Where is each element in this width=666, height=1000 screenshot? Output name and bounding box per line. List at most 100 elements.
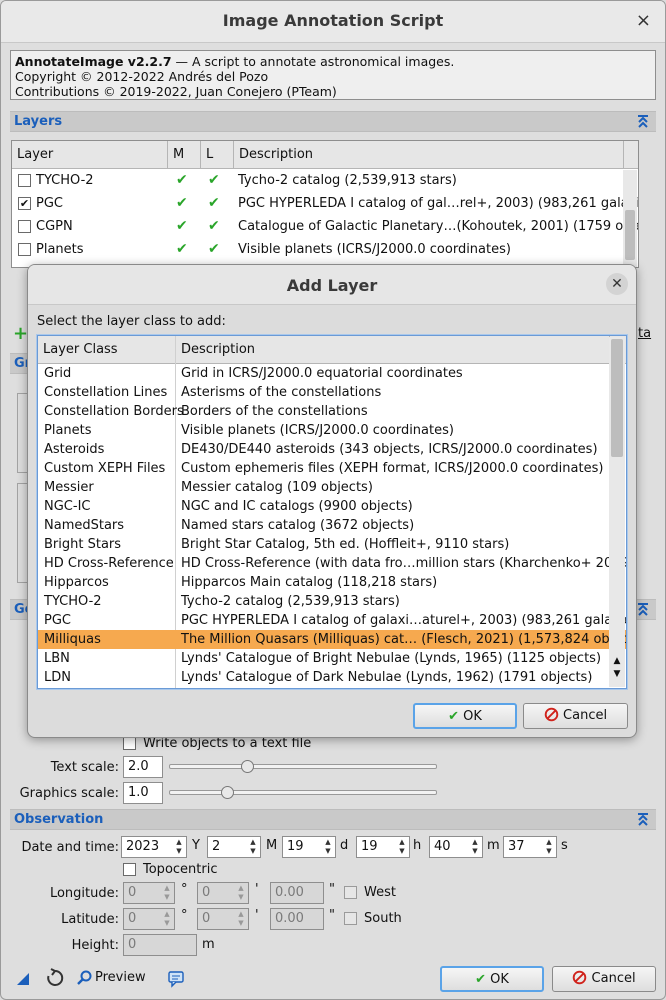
spin-arrows-icon[interactable]: ▲ ▼ [235, 910, 247, 928]
list-item[interactable]: Messier Messier catalog (109 objects) [38, 478, 626, 497]
table-row[interactable]: TYCHO-2 ✔ ✔ Tycho-2 catalog (2,539,913 star… [12, 169, 638, 192]
lat-min-input[interactable]: 0 ▲ ▼ [197, 908, 249, 930]
text-scale-slider-knob[interactable] [241, 760, 254, 773]
south-checkbox[interactable] [344, 912, 357, 925]
topocentric-checkbox[interactable] [123, 863, 136, 876]
layer-checkbox[interactable]: ✔ [18, 197, 31, 210]
check-icon[interactable]: ✔ [176, 238, 188, 261]
window-close-icon[interactable]: × [636, 10, 651, 31]
layers-table[interactable]: Layer M L Description TYCHO-2 ✔ ✔ Tycho-2 c… [11, 140, 639, 268]
lat-deg-input[interactable]: 0 ▲ ▼ [123, 908, 175, 930]
scroll-arrows-icon[interactable]: ▲ ▼ [610, 655, 624, 681]
height-input[interactable]: 0 [123, 934, 197, 956]
layer-class-scroll-thumb[interactable] [611, 339, 623, 457]
layer-class-description: PGC HYPERLEDA I catalog of galaxi…aturel… [181, 613, 627, 628]
list-item[interactable]: Constellation Lines Asterisms of the cons… [38, 383, 626, 402]
col-l[interactable]: L [201, 141, 234, 169]
spin-arrows-icon[interactable]: ▲ ▼ [322, 838, 334, 856]
month-input[interactable]: 2 ▲ ▼ [207, 836, 261, 858]
spin-arrows-icon[interactable]: ▲ ▼ [173, 838, 185, 856]
list-item[interactable]: TYCHO-2 Tycho-2 catalog (2,539,913 stars) [38, 592, 626, 611]
list-item[interactable]: NGC-IC NGC and IC catalogs (9900 objects) [38, 497, 626, 516]
list-item[interactable]: Hipparcos Hipparcos Main catalog (118,218… [38, 573, 626, 592]
day-input[interactable]: 19 ▲ ▼ [282, 836, 336, 858]
cancel-button[interactable]: Cancel [552, 966, 656, 992]
list-item[interactable]: Constellation Borders Borders of the cons… [38, 402, 626, 421]
table-row[interactable]: Planets ✔ ✔ Visible planets (ICRS/J2000.0 c… [12, 238, 638, 261]
check-icon[interactable]: ✔ [176, 192, 188, 215]
col-description[interactable]: Description [234, 141, 624, 169]
collapse-icon[interactable] [636, 602, 650, 616]
list-item[interactable]: LDN Lynds' Catalogue of Dark Nebulae (Lyn… [38, 668, 626, 687]
lon-sec-input[interactable]: 0.00 [270, 882, 324, 904]
layers-scroll-thumb[interactable] [625, 210, 635, 260]
col-layer-class[interactable]: Layer Class [38, 336, 176, 364]
layers-scrollbar[interactable] [623, 170, 637, 267]
ok-button[interactable]: ✔ OK [440, 966, 544, 992]
graphics-scale-slider[interactable] [169, 786, 437, 799]
new-instance-icon[interactable] [15, 971, 31, 987]
cancel-icon [544, 707, 559, 722]
list-item[interactable]: NamedStars Named stars catalog (3672 obje… [38, 516, 626, 535]
lon-deg-input[interactable]: 0 ▲ ▼ [123, 882, 175, 904]
reset-icon[interactable] [45, 968, 65, 988]
spin-arrows-icon[interactable]: ▲ ▼ [247, 838, 259, 856]
spin-arrows-icon[interactable]: ▲ ▼ [543, 838, 555, 856]
lat-sec-input[interactable]: 0.00 [270, 908, 324, 930]
check-icon[interactable]: ✔ [208, 215, 220, 238]
col-m[interactable]: M [168, 141, 201, 169]
table-row[interactable]: ✔ PGC ✔ ✔ PGC HYPERLEDA I catalog of gal…rel… [12, 192, 638, 215]
col-class-description[interactable]: Description [176, 336, 610, 364]
spin-arrows-icon[interactable]: ▲ ▼ [469, 838, 481, 856]
layers-section-header[interactable]: Layers [10, 111, 656, 132]
hour-input[interactable]: 19 ▲ ▼ [356, 836, 410, 858]
spin-arrows-icon[interactable]: ▲ ▼ [161, 910, 173, 928]
list-item[interactable]: PGC PGC HYPERLEDA I catalog of galaxi…atu… [38, 611, 626, 630]
layer-checkbox[interactable] [18, 174, 31, 187]
spin-arrows-icon[interactable]: ▲ ▼ [235, 884, 247, 902]
partial-link[interactable]: ta [638, 326, 651, 341]
layer-class-scrollbar[interactable]: ▲ ▼ [609, 337, 625, 687]
text-scale-slider[interactable] [169, 760, 437, 773]
list-item[interactable]: LBN Lynds' Catalogue of Bright Nebulae (L… [38, 649, 626, 668]
list-item[interactable]: HD Cross-Reference HD Cross-Reference (wi… [38, 554, 626, 573]
check-icon[interactable]: ✔ [176, 215, 188, 238]
lon-min-input[interactable]: 0 ▲ ▼ [197, 882, 249, 904]
list-item[interactable]: Bright Stars Bright Star Catalog, 5th ed.… [38, 535, 626, 554]
list-item[interactable]: Planets Visible planets (ICRS/J2000.0 coo… [38, 421, 626, 440]
second-input[interactable]: 37 ▲ ▼ [503, 836, 557, 858]
list-item[interactable]: Custom XEPH Files Custom ephemeris files … [38, 459, 626, 478]
layer-description: PGC HYPERLEDA I catalog of gal…rel+, 200… [238, 196, 639, 211]
layer-class-table[interactable]: Layer Class Description Grid Grid in ICRS… [37, 335, 627, 689]
graphics-scale-slider-knob[interactable] [221, 786, 234, 799]
dialog-close-icon[interactable]: ✕ [606, 273, 628, 295]
add-layer-icon[interactable]: + [13, 323, 28, 344]
west-checkbox[interactable] [344, 886, 357, 899]
layer-checkbox[interactable] [18, 220, 31, 233]
minute-input[interactable]: 40 ▲ ▼ [429, 836, 483, 858]
year-value: 2023 [126, 839, 160, 854]
year-input[interactable]: 2023 ▲ ▼ [121, 836, 187, 858]
spin-arrows-icon[interactable]: ▲ ▼ [396, 838, 408, 856]
collapse-icon[interactable] [636, 812, 650, 826]
spin-arrows-icon[interactable]: ▲ ▼ [161, 884, 173, 902]
write-objects-checkbox[interactable] [123, 737, 136, 750]
observation-section-header[interactable]: Observation [10, 809, 656, 830]
check-icon[interactable]: ✔ [208, 238, 220, 261]
table-row[interactable]: CGPN ✔ ✔ Catalogue of Galactic Planetary…(K… [12, 215, 638, 238]
dialog-cancel-button[interactable]: Cancel [523, 703, 628, 729]
layers-section-label: Layers [14, 114, 63, 129]
col-layer[interactable]: Layer [12, 141, 168, 169]
check-icon[interactable]: ✔ [208, 192, 220, 215]
check-icon[interactable]: ✔ [176, 169, 188, 192]
graphics-scale-input[interactable]: 1.0 [123, 782, 163, 804]
list-item[interactable]: Milliquas The Million Quasars (Milliquas)… [38, 630, 626, 649]
check-icon[interactable]: ✔ [208, 169, 220, 192]
list-item[interactable]: Grid Grid in ICRS/J2000.0 equatorial coor… [38, 364, 626, 383]
dialog-ok-button[interactable]: ✔ OK [413, 703, 517, 729]
layer-checkbox[interactable] [18, 243, 31, 256]
text-scale-input[interactable]: 2.0 [123, 756, 163, 778]
list-item[interactable]: Asteroids DE430/DE440 asteroids (343 obje… [38, 440, 626, 459]
chat-bubble-icon[interactable] [167, 970, 185, 988]
collapse-icon[interactable] [636, 114, 650, 128]
